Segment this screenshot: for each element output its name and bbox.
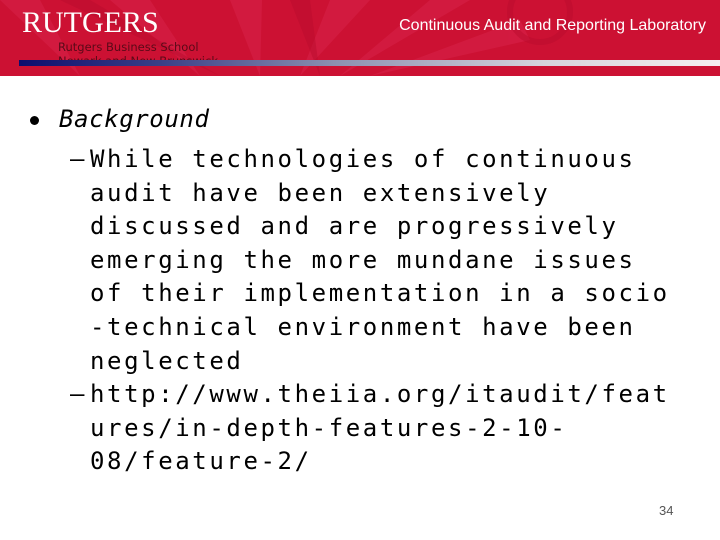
text-line: of their implementation in a socio (90, 279, 670, 308)
text-line: audit have been extensively (90, 178, 551, 207)
url-link[interactable]: http://www.theiia.org/itaudit/feat ures/… (90, 378, 670, 479)
text-line: -technical environment have been (90, 312, 636, 341)
page-number: 34 (659, 503, 674, 518)
slide-body: Background – While technologies of conti… (0, 0, 720, 540)
sub-bullet-statement: – While technologies of continuous audit… (70, 143, 670, 378)
bullet-background: Background (30, 103, 210, 135)
url-line[interactable]: ures/in-depth-features-2-10- (90, 412, 670, 446)
dash-icon: – (70, 145, 85, 173)
text-line: While technologies of continuous (90, 145, 636, 173)
text-line: discussed and are progressively (90, 212, 619, 241)
sub-bullet-url: – http://www.theiia.org/itaudit/feat ure… (70, 378, 670, 479)
dash-icon: – (70, 380, 85, 408)
text-line: emerging the more mundane issues (90, 245, 636, 274)
text-line: neglected (90, 346, 244, 375)
sub-bullet-text: While technologies of continuous audit h… (90, 143, 670, 378)
bullet-dot-icon (30, 116, 39, 125)
url-line[interactable]: 08/feature-2/ (90, 445, 670, 479)
bullet-label: Background (59, 105, 210, 133)
url-line[interactable]: http://www.theiia.org/itaudit/feat (90, 378, 670, 412)
